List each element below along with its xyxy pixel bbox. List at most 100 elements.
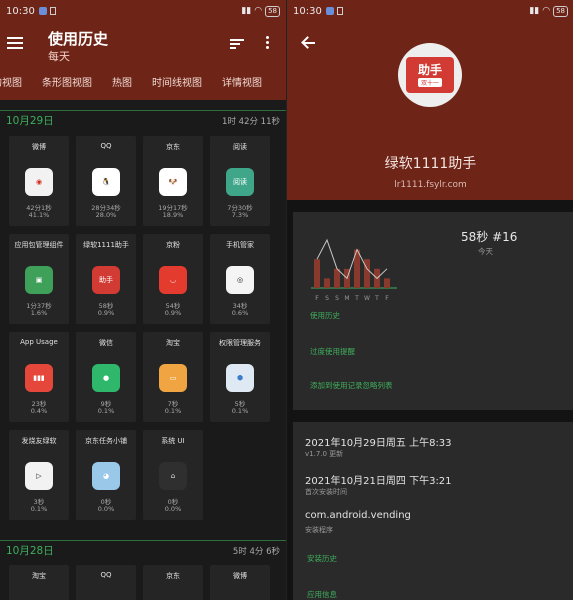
tab-2[interactable]: 热图 bbox=[112, 74, 132, 92]
permission-shield-icon: ⬢ bbox=[226, 364, 254, 392]
sort-icon[interactable] bbox=[230, 39, 244, 49]
chart-bar bbox=[334, 268, 340, 288]
period-selector[interactable]: 每天 bbox=[48, 48, 70, 64]
app-card-name: QQ bbox=[100, 142, 112, 150]
more-options-icon[interactable] bbox=[266, 36, 270, 50]
app-card[interactable]: 手机管家 ◎ 34秒 0.6% bbox=[210, 234, 270, 324]
app-card[interactable]: 发烧友绿软 ▷ 3秒 0.1% bbox=[9, 430, 69, 520]
chart-tick-label: W bbox=[364, 295, 370, 302]
app-card-name: 应用包管理组件 bbox=[14, 241, 64, 249]
tab-3[interactable]: 时间线视图 bbox=[152, 74, 202, 92]
tab-0[interactable]: 的视图 bbox=[0, 74, 22, 92]
app-card-name: 微信 bbox=[99, 339, 113, 347]
app-card-percent: 0.1% bbox=[97, 407, 115, 415]
app-card[interactable]: 京东 🐶 19分17秒 18.9% bbox=[143, 136, 203, 226]
app-card-percent: 0.6% bbox=[231, 309, 249, 317]
app-card-percent: 0.1% bbox=[30, 505, 48, 513]
app-card[interactable]: 阅读 阅读 7分30秒 7.3% bbox=[210, 136, 270, 226]
app-info-link[interactable]: 应用信息 bbox=[307, 589, 337, 600]
installer-package: com.android.vending bbox=[305, 510, 411, 521]
usage-label: 今天 bbox=[478, 247, 493, 256]
app-card-percent: 0.9% bbox=[97, 309, 115, 317]
app-card-percent: 0.1% bbox=[231, 407, 249, 415]
app-url: lr1111.fsylr.com bbox=[394, 180, 467, 190]
app-card[interactable]: 京东任务小铺 ◕ 0秒 0.0% bbox=[76, 430, 136, 520]
chart-tick-label: S bbox=[325, 295, 329, 302]
status-time: 10:30 bbox=[6, 5, 35, 17]
app-usage-chart-icon: ▮▮▮ bbox=[25, 364, 53, 392]
day-total: 5时 4分 6秒 bbox=[232, 546, 280, 557]
app-card-percent: 18.9% bbox=[162, 211, 184, 219]
app-card[interactable]: 应用包管理组件 ▣ 1分37秒 1.6% bbox=[9, 234, 69, 324]
helper-app-icon: 助手 双十一 bbox=[406, 57, 454, 93]
info-panel: 2021年10月29日周五 上午8:33 v1.7.0 更新 2021年10月2… bbox=[293, 422, 573, 600]
app-card-percent: 0.1% bbox=[164, 407, 182, 415]
jd-dog-icon: 🐶 bbox=[159, 168, 187, 196]
app-card-name: 京东 bbox=[166, 143, 180, 151]
hamburger-menu-icon[interactable] bbox=[7, 37, 23, 49]
battery-icon: 58 bbox=[553, 5, 568, 17]
signal-icon: ▮▮ bbox=[241, 6, 252, 16]
app-card[interactable]: App Usage ▮▮▮ 23秒 0.4% bbox=[9, 332, 69, 422]
app-card[interactable]: 京粉 ◡ 54秒 0.9% bbox=[143, 234, 203, 324]
day-header: 10月28日 5时 4分 6秒 bbox=[0, 540, 286, 560]
app-card-name: 淘宝 bbox=[32, 572, 46, 580]
status-icons: ▮▮ ◠ 58 bbox=[529, 5, 568, 17]
logo-text: 助手 bbox=[417, 63, 442, 77]
page-title: 使用历史 bbox=[48, 30, 109, 48]
chart-bar bbox=[384, 278, 390, 288]
app-card[interactable]: 微信 ● 9秒 0.1% bbox=[76, 332, 136, 422]
installer-label: 安装程序 bbox=[305, 526, 333, 534]
usage-panel: FSSMTWTF 58秒 #16 今天 使用历史 过度使用提醒 添加到使用记录忽… bbox=[293, 212, 573, 410]
tab-1[interactable]: 条形图视图 bbox=[42, 74, 92, 92]
usage-history-pane: 10:30 ▮▮ ◠ 58 使用历史 每天 的视图 条形图视图 热图 时间线视图 详情视… bbox=[0, 0, 286, 600]
app-card[interactable]: 京东 bbox=[143, 565, 203, 600]
update-version: v1.7.0 更新 bbox=[305, 450, 344, 458]
app-card-name: 绿软1111助手 bbox=[83, 241, 129, 249]
chart-tick-label: F bbox=[315, 295, 319, 302]
add-ignore-list-link[interactable]: 添加到使用记录忽略列表 bbox=[310, 380, 393, 391]
app-card[interactable]: 权限管理服务 ⬢ 5秒 0.1% bbox=[210, 332, 270, 422]
install-history-link[interactable]: 安装历史 bbox=[307, 553, 337, 564]
chart-bar bbox=[324, 278, 330, 288]
jd-task-shop-icon: ◕ bbox=[92, 462, 120, 490]
app-card[interactable]: 绿软1111助手 助手 58秒 0.9% bbox=[76, 234, 136, 324]
usage-history-link[interactable]: 使用历史 bbox=[310, 310, 340, 321]
usage-chart: FSSMTWTF bbox=[311, 238, 397, 302]
chart-tick-label: S bbox=[335, 295, 339, 302]
fan-app-icon: ▷ bbox=[25, 462, 53, 490]
chart-bar bbox=[364, 259, 370, 288]
app-card-percent: 0.4% bbox=[30, 407, 48, 415]
app-card[interactable]: QQ bbox=[76, 565, 136, 600]
app-card[interactable]: 淘宝 bbox=[9, 565, 69, 600]
app-card[interactable]: QQ 🐧 28分34秒 28.0% bbox=[76, 136, 136, 226]
wechat-icon: ● bbox=[92, 364, 120, 392]
jingfen-smile-icon: ◡ bbox=[159, 266, 187, 294]
taobao-bag-icon: ▭ bbox=[159, 364, 187, 392]
back-arrow-icon[interactable] bbox=[301, 36, 315, 50]
app-card[interactable]: 微博 bbox=[210, 565, 270, 600]
app-card[interactable]: 微博 ◉ 42分1秒 41.1% bbox=[9, 136, 69, 226]
chart-tick-label: F bbox=[385, 295, 389, 302]
app-card-name: App Usage bbox=[20, 338, 58, 346]
app-card-name: 权限管理服务 bbox=[219, 339, 261, 347]
app-card-name: 阅读 bbox=[233, 143, 247, 151]
wifi-icon: ◠ bbox=[254, 6, 263, 16]
app-card-percent: 0.0% bbox=[97, 505, 115, 513]
tab-4[interactable]: 详情视图 bbox=[222, 74, 262, 92]
weibo-icon: ◉ bbox=[25, 168, 53, 196]
signal-icon: ▮▮ bbox=[529, 6, 540, 16]
app-card-name: 手机管家 bbox=[226, 241, 254, 249]
overuse-reminder-link[interactable]: 过度使用提醒 bbox=[310, 346, 355, 357]
view-tabs: 的视图 条形图视图 热图 时间线视图 详情视图 bbox=[0, 74, 282, 92]
day-date: 10月29日 bbox=[6, 115, 54, 127]
app-card-name: 系统 UI bbox=[161, 437, 185, 445]
day-total: 1时 42分 11秒 bbox=[222, 116, 280, 127]
app-card-name: 京东任务小铺 bbox=[85, 437, 127, 445]
status-icons: ▮▮ ◠ 58 bbox=[241, 5, 280, 17]
notification-icon bbox=[325, 7, 334, 15]
phone-manager-icon: ◎ bbox=[226, 266, 254, 294]
top-app-bar: 10:30 ▮▮ ◠ 58 使用历史 每天 的视图 条形图视图 热图 时间线视图 详情视… bbox=[0, 0, 286, 100]
app-card[interactable]: 淘宝 ▭ 7秒 0.1% bbox=[143, 332, 203, 422]
app-card[interactable]: 系统 UI ⌂ 0秒 0.0% bbox=[143, 430, 203, 520]
